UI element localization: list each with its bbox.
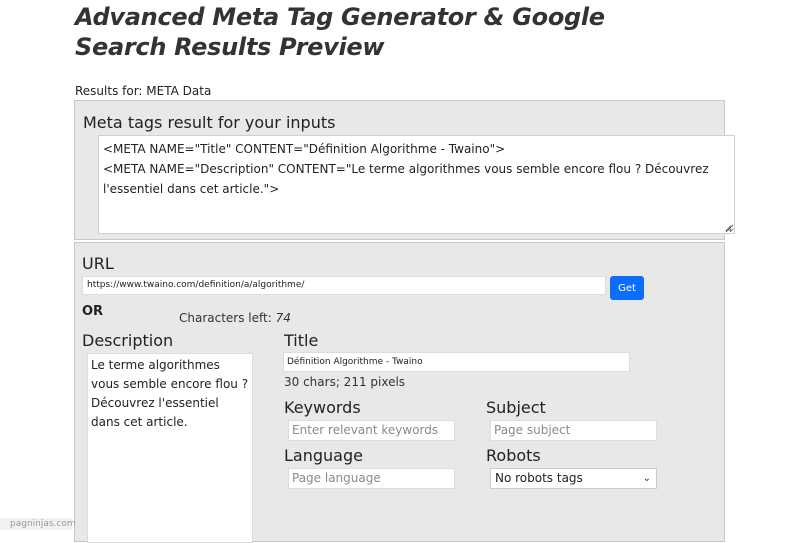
resize-grip-icon[interactable]: ◢ — [725, 224, 733, 232]
language-input[interactable]: Page language — [288, 468, 455, 489]
description-textarea[interactable]: Le terme algorithmes vous semble encore … — [87, 353, 253, 543]
title-input[interactable]: Définition Algorithme - Twaino — [283, 352, 630, 372]
url-input[interactable]: https://www.twaino.com/definition/a/algo… — [82, 276, 606, 295]
subject-input[interactable]: Page subject — [490, 420, 657, 441]
keywords-label: Keywords — [284, 398, 361, 417]
meta-result-heading: Meta tags result for your inputs — [83, 113, 336, 132]
page-title: Advanced Meta Tag Generator & Google Sea… — [75, 3, 605, 61]
results-for-label: Results for: META Data — [75, 84, 212, 98]
url-label: URL — [82, 254, 114, 273]
chevron-down-icon: ⌄ — [642, 473, 651, 484]
or-label: OR — [82, 304, 104, 319]
characters-left: Characters left: 74 — [179, 311, 291, 325]
characters-left-label: Characters left: — [179, 311, 272, 325]
characters-left-value: 74 — [275, 311, 291, 325]
meta-title-line: <META NAME="Title" CONTENT="Définition A… — [103, 142, 506, 156]
title-stats: 30 chars; 211 pixels — [284, 375, 406, 389]
language-label: Language — [284, 446, 363, 465]
robots-label: Robots — [486, 446, 541, 465]
watermark: pagninjas.com — [0, 518, 76, 530]
robots-selected-value: No robots tags — [495, 471, 583, 485]
get-button[interactable]: Get — [610, 276, 644, 300]
description-label: Description — [82, 331, 174, 350]
robots-select[interactable]: No robots tags ⌄ — [490, 468, 657, 489]
keywords-input[interactable]: Enter relevant keywords — [288, 420, 455, 441]
meta-description-line: <META NAME="Description" CONTENT="Le ter… — [103, 162, 709, 196]
subject-label: Subject — [486, 398, 546, 417]
title-label: Title — [284, 331, 319, 350]
meta-output-textarea[interactable]: <META NAME="Title" CONTENT="Définition A… — [98, 135, 735, 234]
